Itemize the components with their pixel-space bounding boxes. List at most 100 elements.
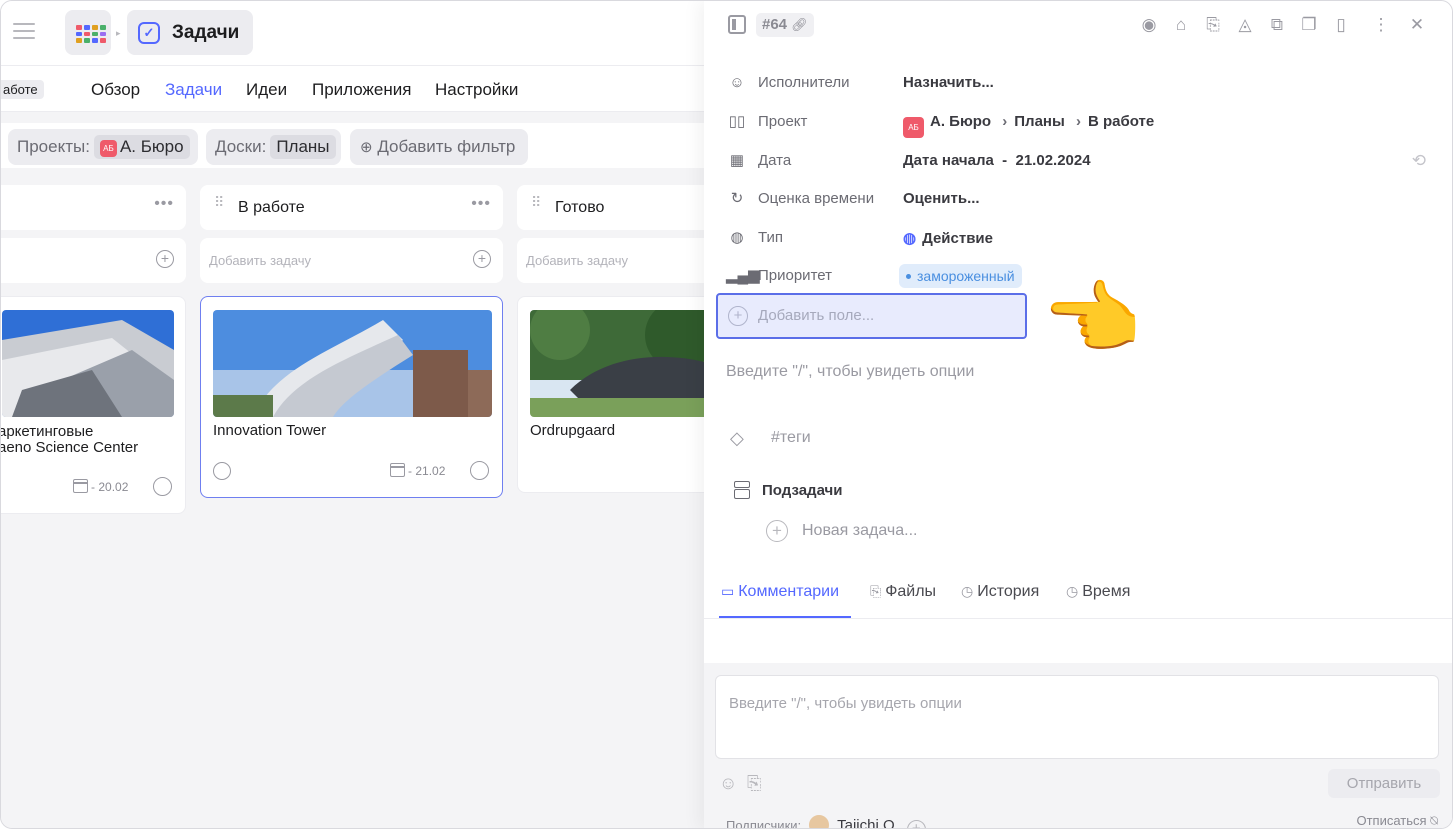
add-task-field[interactable]: Добавить задачу + [200,238,503,283]
send-button[interactable]: Отправить [1328,769,1440,798]
assign-button[interactable]: Назначить... [903,74,994,91]
card-image [2,310,174,417]
eye-icon[interactable]: ◉ [1138,14,1160,36]
column-name: В работе [238,199,305,216]
project-avatar: АБ [903,117,924,138]
calendar-icon: ▦ [729,152,745,169]
date-label: Дата [758,152,792,169]
column-header: ⠿ Готово [517,185,704,230]
boards-filter[interactable]: Доски: Планы [206,129,341,165]
bell-icon[interactable]: ◬ [1234,14,1256,36]
comment-input[interactable]: Введите "/", чтобы увидеть опции [715,675,1439,759]
complete-circle-icon[interactable] [470,461,489,480]
check-icon: ✓ [138,22,160,44]
tab-apps[interactable]: Приложения [312,80,411,100]
drag-handle-icon[interactable]: ⠿ [531,195,541,209]
date-value[interactable]: Дата начала - 21.02.2024 [903,152,1091,169]
more-icon[interactable]: ••• [471,195,491,213]
card-title: Ordrupgaard [530,422,616,439]
complete-circle-icon[interactable] [153,477,172,496]
card-date: 20.02 [98,480,129,494]
add-filter-button[interactable]: ⊕ Добавить фильтр [350,129,528,165]
add-field-button[interactable]: + Добавить поле... [716,293,1027,339]
tab-overview[interactable]: Обзор [91,80,140,100]
type-label: Тип [758,229,784,246]
task-id-text: #64 [762,16,788,33]
tab-tasks[interactable]: Задачи [165,80,222,100]
subscriber-name[interactable]: Taiichi O. [837,817,899,828]
priority-badge[interactable]: замороженный [899,264,1022,288]
app-window: ▸ ✓ Задачи аботе Обзор Задачи Идеи Прило… [0,0,1453,829]
task-card[interactable]: Ordrupgaard [517,296,704,493]
panel-toggle-icon[interactable] [728,15,746,34]
comment-icon: ▭ [721,583,735,599]
activity-tabs: ▭ Комментарии ⎘ Файлы ◷ История ◷ Время [704,578,1452,619]
project-row: ▯▯ Проект АБ А. Бюро › Планы › В работе [726,110,1426,138]
apps-button[interactable] [65,10,111,55]
tab-badge[interactable]: аботе [1,80,44,99]
avatar[interactable] [807,813,832,828]
timer-icon: ↻ [730,190,744,207]
paperclip-icon: ⎘ [870,583,882,599]
project-avatar: АБ [99,140,117,157]
add-subscriber-icon[interactable]: + [906,820,926,828]
subtasks-title: Подзадачи [762,482,843,499]
more-vertical-icon[interactable]: ⋮ [1370,14,1392,36]
tab-comments[interactable]: ▭ Комментарии [721,583,839,601]
mention-icon[interactable]: ☺ [719,773,737,794]
type-row: ◍ Тип ◍ Действие [726,226,1426,250]
add-filter-label: Добавить фильтр [377,137,516,156]
menu-icon[interactable] [13,23,35,41]
add-task-field[interactable]: + [1,238,186,283]
tab-time-label: Время [1082,583,1131,600]
calendar-icon [390,463,405,477]
estimate-button[interactable]: Оценить... [903,190,980,207]
top-bar: ▸ ✓ Задачи [1,1,704,65]
subscribers-label: Подписчики: [726,818,802,829]
task-detail-panel: #64 🔗︎ ◉ ⌂ ⎘ ◬ ⧉ ❐ ▯ ⋮ ✕ ☺ Исполнители Н… [704,1,1452,829]
plus-circle-icon[interactable]: + [473,250,491,268]
column-name: Готово [555,199,605,216]
unsubscribe-button[interactable]: Отписаться ⍉ [1356,813,1438,828]
projects-filter-value-text: А. Бюро [119,137,184,156]
pointing-hand-icon: 👈 [1042,274,1142,363]
panel-header: #64 🔗︎ ◉ ⌂ ⎘ ◬ ⧉ ❐ ▯ ⋮ ✕ [704,1,1452,49]
tab-files[interactable]: ⎘ Файлы [870,583,936,601]
assignee-avatar-icon[interactable] [213,462,231,480]
tab-ideas[interactable]: Идеи [246,80,287,100]
chevron-right-icon: › [1075,113,1081,130]
add-field-label: Добавить поле... [758,307,875,324]
card-date: 21.02 [415,464,446,478]
close-icon[interactable]: ✕ [1406,14,1428,36]
task-id[interactable]: #64 🔗︎ [756,13,814,37]
project-path-item[interactable]: Планы [1014,113,1065,130]
tab-history[interactable]: ◷ История [961,583,1039,601]
project-path-item[interactable]: В работе [1088,113,1154,130]
date-row: ▦ Дата Дата начала - 21.02.2024 [726,149,1426,173]
attach-icon[interactable]: ⎘ [747,773,761,794]
task-card[interactable]: аркетинговые aeno Science Center - 20.02 [1,296,186,514]
paperclip-icon[interactable]: ⎘ [1202,14,1224,36]
trash-icon[interactable]: ▯ [1330,14,1352,36]
assignees-row: ☺ Исполнители Назначить... [726,71,1426,95]
projects-filter-value: АБ А. Бюро [93,135,190,159]
project-path[interactable]: АБ А. Бюро › Планы › В работе [903,113,1154,138]
current-app-button[interactable]: ✓ Задачи [127,10,253,55]
tab-time[interactable]: ◷ Время [1066,583,1130,601]
repeat-icon[interactable]: ⟲ [1412,151,1426,171]
task-card-selected[interactable]: Innovation Tower - 21.02 [200,296,503,498]
tab-settings[interactable]: Настройки [435,80,518,100]
plus-circle-icon[interactable]: + [156,250,174,268]
add-task-field[interactable]: Добавить задачу [517,238,704,283]
hierarchy-icon[interactable]: ⧉ [1266,14,1288,36]
description-editor[interactable]: Введите "/", чтобы увидеть опции [726,363,974,381]
copy-icon[interactable]: ❐ [1298,14,1320,36]
type-value[interactable]: ◍ Действие [903,229,993,247]
projects-filter[interactable]: Проекты: АБ А. Бюро [8,129,198,165]
estimate-label: Оценка времени [758,190,875,207]
card-due-date: - 21.02 [390,463,445,478]
drag-handle-icon[interactable]: ⠿ [214,195,224,209]
more-icon[interactable]: ••• [154,195,174,213]
lock-icon[interactable]: ⌂ [1170,14,1192,36]
project-path-item[interactable]: А. Бюро [930,113,991,130]
